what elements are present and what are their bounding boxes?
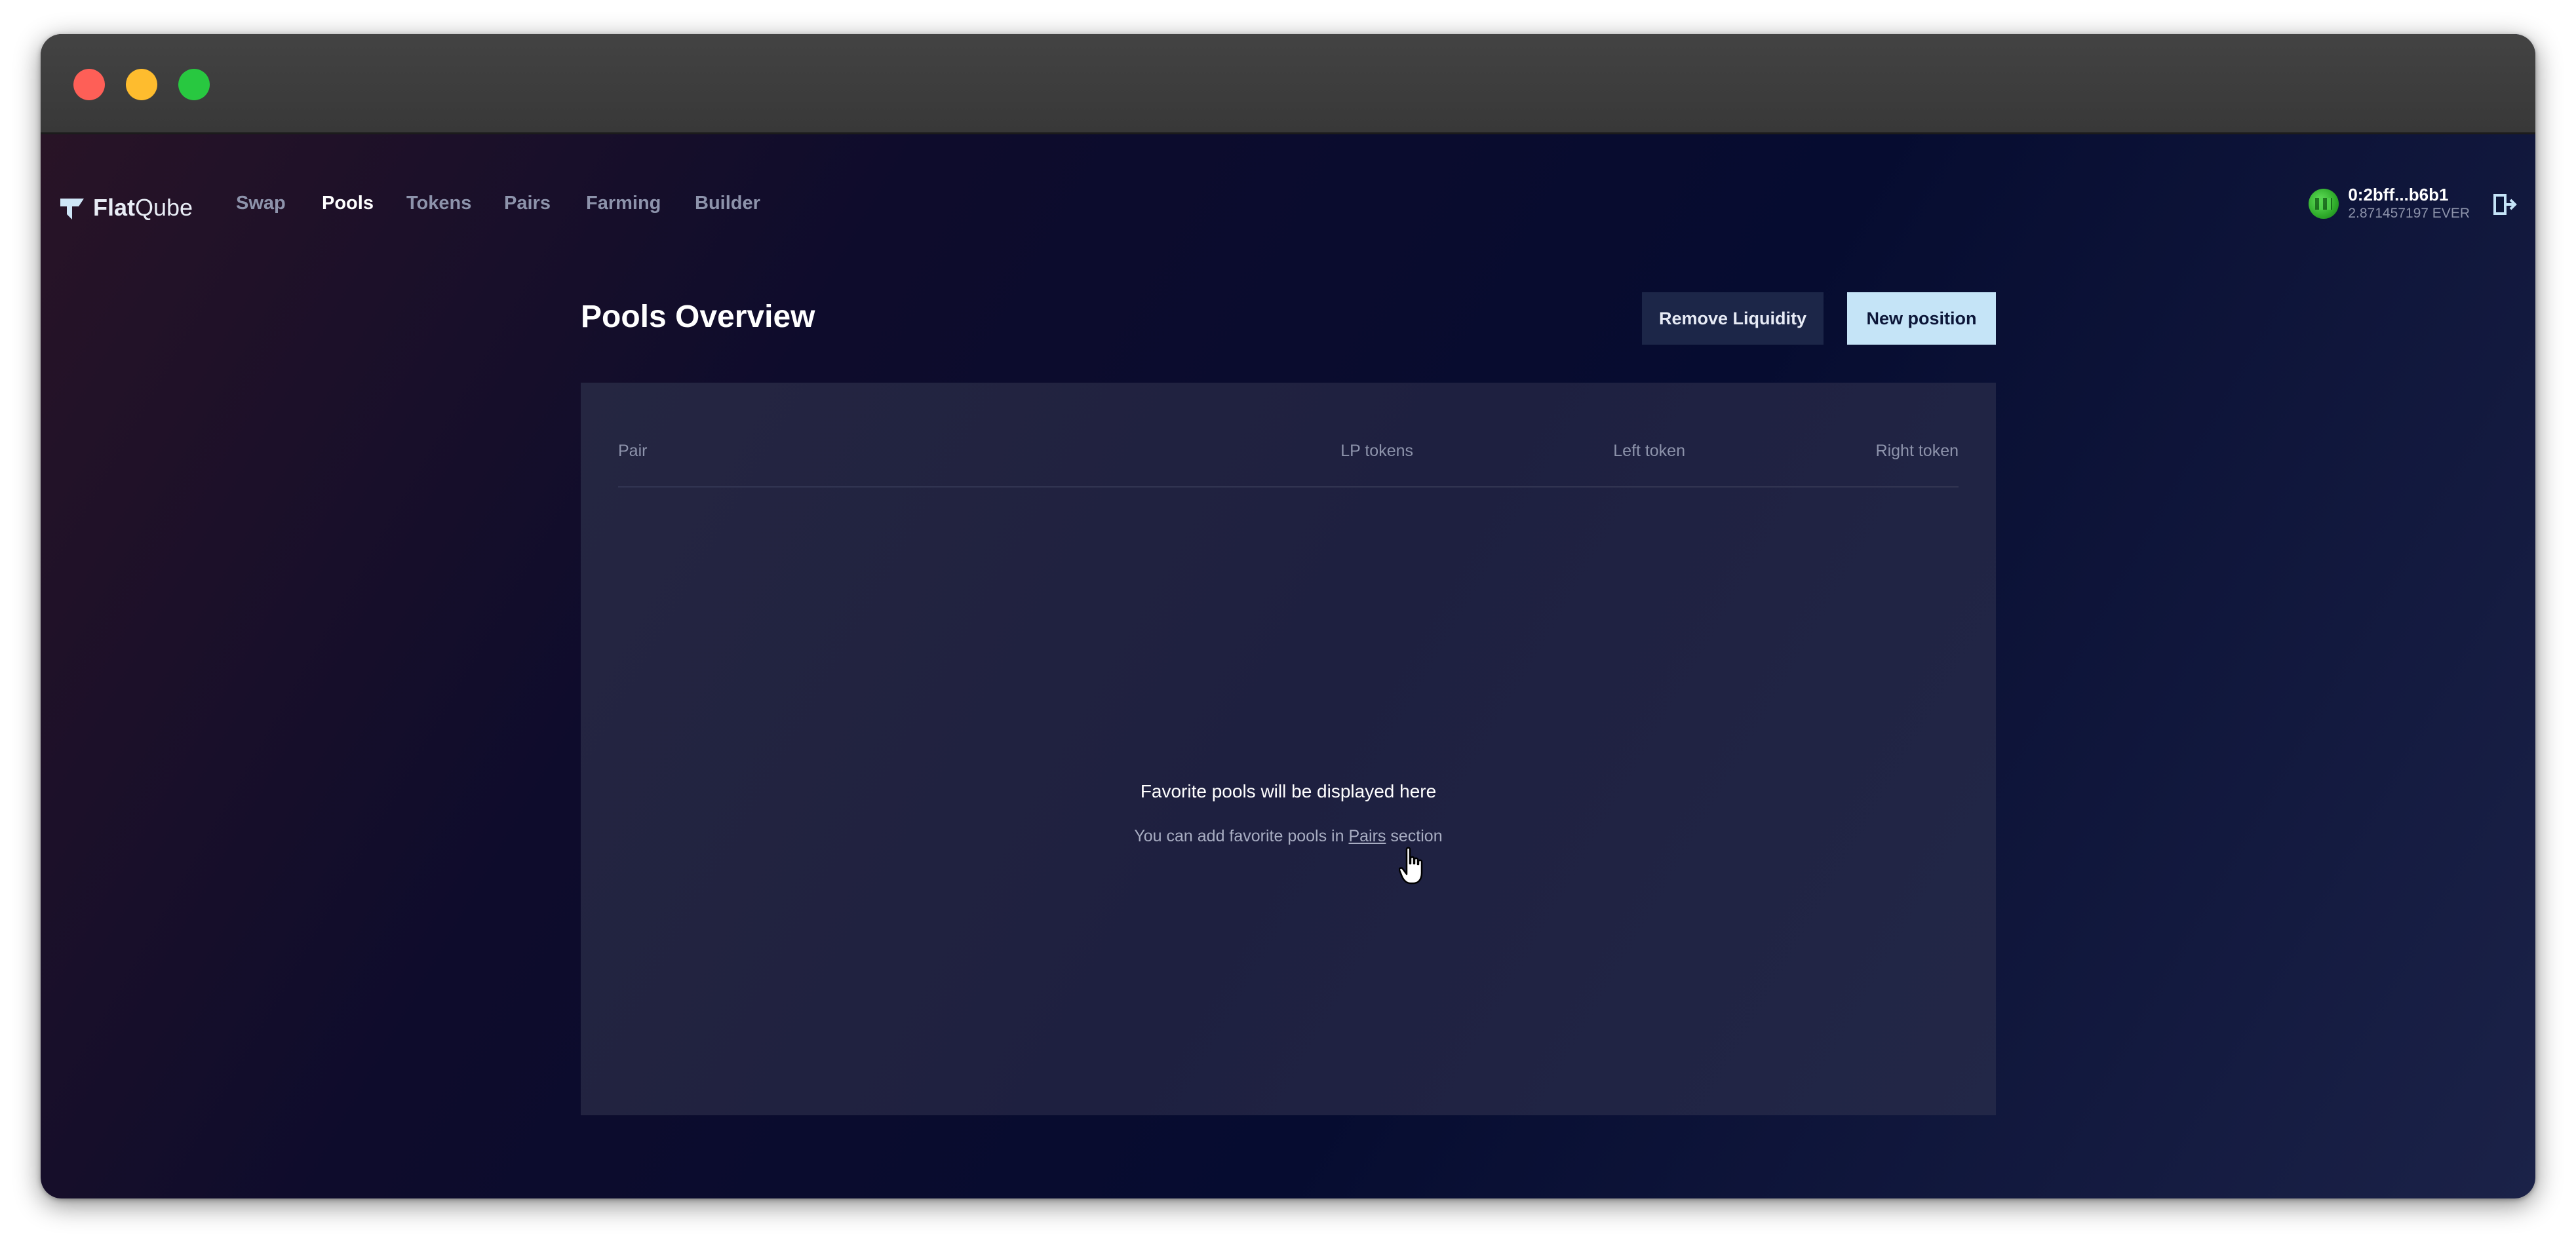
- wallet-widget[interactable]: 0:2bff...b6b1 2.871457197 EVER: [2309, 185, 2470, 223]
- table-header: Pair LP tokens Left token Right token: [618, 435, 1959, 488]
- nav-item-pairs[interactable]: Pairs: [504, 193, 551, 214]
- wallet-address: 0:2bff...b6b1: [2348, 185, 2449, 204]
- nav-item-tokens[interactable]: Tokens: [406, 193, 471, 214]
- wallet-avatar: [2309, 189, 2339, 219]
- empty-state-subtitle: You can add favorite pools in Pairs sect…: [581, 827, 1996, 846]
- column-header-right-token[interactable]: Right token: [1876, 442, 1959, 461]
- new-position-button[interactable]: New position: [1847, 292, 1996, 345]
- column-header-lp-tokens[interactable]: LP tokens: [1340, 442, 1413, 461]
- app-window: FlatQube Swap Pools Tokens Pairs Farming…: [41, 34, 2535, 1198]
- nav-item-pools[interactable]: Pools: [322, 193, 374, 214]
- window-titlebar: [41, 34, 2535, 134]
- hand-pointer-cursor-icon: [1399, 847, 1423, 885]
- empty-state-text-before: You can add favorite pools in: [1134, 827, 1349, 845]
- flatqube-logo[interactable]: FlatQube: [59, 188, 193, 227]
- empty-state-title: Favorite pools will be displayed here: [1140, 781, 1437, 801]
- logout-icon[interactable]: [2491, 191, 2517, 218]
- minimize-window-button[interactable]: [126, 69, 157, 100]
- page-title: Pools Overview: [581, 299, 815, 334]
- flatqube-logo-icon: [60, 199, 84, 220]
- column-header-left-token[interactable]: Left token: [1613, 442, 1685, 461]
- remove-liquidity-button[interactable]: Remove Liquidity: [1642, 292, 1824, 345]
- empty-state-text-after: section: [1386, 827, 1443, 845]
- column-header-pair[interactable]: Pair: [618, 442, 647, 461]
- zoom-window-button[interactable]: [178, 69, 210, 100]
- nav-item-swap[interactable]: Swap: [236, 193, 286, 214]
- close-window-button[interactable]: [73, 69, 105, 100]
- nav-item-builder[interactable]: Builder: [695, 193, 760, 214]
- nav-item-farming[interactable]: Farming: [586, 193, 661, 214]
- pairs-link[interactable]: Pairs: [1348, 827, 1386, 845]
- pools-panel: Pair LP tokens Left token Right token Fa…: [581, 383, 1996, 1115]
- wallet-balance: 2.871457197 EVER: [2348, 206, 2470, 221]
- brand-name: FlatQube: [93, 194, 193, 221]
